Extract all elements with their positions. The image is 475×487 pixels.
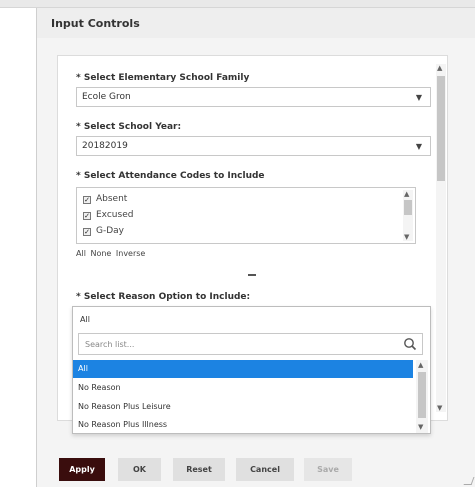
scroll-down-arrow-icon[interactable]: ▼ <box>418 423 423 431</box>
school-family-label: * Select Elementary School Family <box>76 73 250 83</box>
scroll-up-arrow-icon[interactable]: ▲ <box>418 361 423 369</box>
list-scrollbar-thumb[interactable] <box>404 200 412 215</box>
checkbox-icon[interactable]: ✓ <box>83 212 91 220</box>
panel-scrollbar-thumb[interactable] <box>437 76 445 181</box>
scroll-down-arrow-icon[interactable]: ▼ <box>437 404 442 412</box>
school-year-label: * Select School Year: <box>76 122 182 132</box>
apply-button[interactable]: Apply <box>59 458 105 481</box>
option-no-reason-plus-illness[interactable]: No Reason Plus Illness <box>73 416 413 434</box>
attendance-codes-label: * Select Attendance Codes to Include <box>76 171 265 181</box>
cancel-button[interactable]: Cancel <box>236 458 294 481</box>
select-inverse-link[interactable]: Inverse <box>116 249 145 258</box>
school-year-select[interactable]: 20182019 ▼ <box>76 136 431 156</box>
list-item[interactable]: ✓ Absent <box>83 194 127 204</box>
reset-button[interactable]: Reset <box>173 458 225 481</box>
reason-option-dropdown[interactable]: All All No Reason No Reason Plus Leisure… <box>72 306 431 434</box>
list-item[interactable]: ✓ Excused <box>83 210 133 220</box>
dialog-header: Input Controls <box>37 8 475 38</box>
checkbox-icon[interactable]: ✓ <box>83 196 91 204</box>
option-no-reason-plus-leisure[interactable]: No Reason Plus Leisure <box>73 398 413 416</box>
dialog-title: Input Controls <box>51 17 140 30</box>
option-no-reason[interactable]: No Reason <box>73 379 413 397</box>
save-button: Save <box>304 458 352 481</box>
school-family-select[interactable]: Ecole Gron ▼ <box>76 87 431 107</box>
option-all[interactable]: All <box>73 360 413 378</box>
resize-grip-icon[interactable] <box>463 477 475 485</box>
search-input[interactable] <box>80 335 400 353</box>
reason-option-value: All <box>80 315 90 324</box>
list-item-label: G-Day <box>96 226 124 236</box>
list-item[interactable]: ✓ G-Day <box>83 226 124 236</box>
panel-scrollbar[interactable]: ▲ ▼ <box>436 64 446 412</box>
school-year-value: 20182019 <box>82 141 128 151</box>
scroll-down-arrow-icon[interactable]: ▼ <box>404 233 409 241</box>
dropdown-scrollbar-thumb[interactable] <box>418 372 426 418</box>
list-item-label: Absent <box>96 194 128 204</box>
dropdown-scrollbar[interactable]: ▲ ▼ <box>416 360 428 433</box>
chevron-down-icon: ▼ <box>415 93 422 102</box>
reason-option-label: * Select Reason Option to Include: <box>76 292 251 302</box>
search-icon[interactable] <box>403 337 417 351</box>
top-bar <box>0 0 475 8</box>
selection-links: All None Inverse <box>76 249 147 258</box>
resize-handle-icon[interactable] <box>248 274 256 276</box>
scroll-up-arrow-icon[interactable]: ▲ <box>404 190 409 198</box>
list-scrollbar[interactable]: ▲ ▼ <box>403 190 413 241</box>
checkbox-icon[interactable]: ✓ <box>83 228 91 236</box>
ok-button[interactable]: OK <box>118 458 161 481</box>
dialog-footer: Apply OK Reset Cancel Save <box>36 451 475 487</box>
attendance-codes-list[interactable]: ✓ Absent ✓ Excused ✓ G-Day ▲ ▼ <box>76 187 416 244</box>
scroll-up-arrow-icon[interactable]: ▲ <box>437 64 442 72</box>
search-box[interactable] <box>78 333 423 355</box>
list-item-label: Excused <box>96 210 134 220</box>
select-all-link[interactable]: All <box>76 249 86 258</box>
school-family-value: Ecole Gron <box>82 92 131 102</box>
chevron-down-icon: ▼ <box>415 142 422 151</box>
select-none-link[interactable]: None <box>90 249 111 258</box>
